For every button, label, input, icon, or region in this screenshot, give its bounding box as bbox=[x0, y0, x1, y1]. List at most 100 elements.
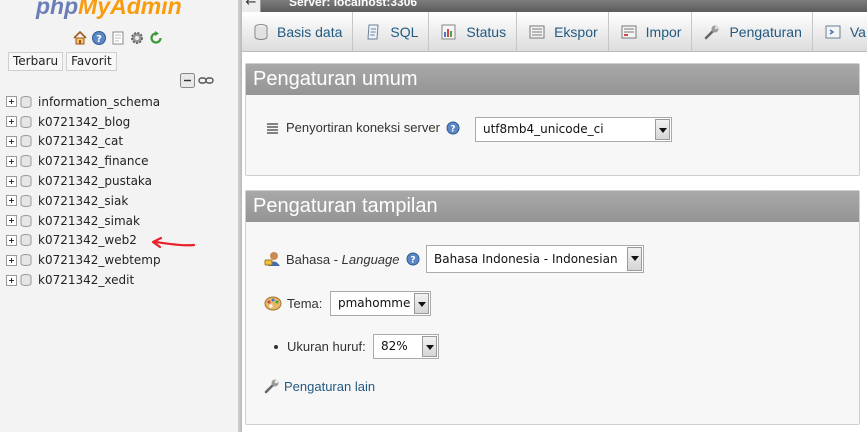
database-icon bbox=[20, 214, 32, 227]
font-size-label: Ukuran huruf: bbox=[287, 339, 366, 354]
db-name[interactable]: k0721342_web2 bbox=[38, 233, 137, 247]
db-tree-item[interactable]: k0721342_finance bbox=[6, 151, 161, 171]
tab-label: Va bbox=[849, 24, 866, 40]
tab-databases[interactable]: Basis data bbox=[242, 12, 354, 51]
db-tree-item[interactable]: k0721342_pustaka bbox=[6, 171, 161, 191]
language-label-italic: Language bbox=[341, 251, 400, 267]
db-tree-item[interactable]: k0721342_xedit bbox=[6, 270, 161, 290]
wrench-icon bbox=[264, 379, 279, 394]
chevron-down-icon[interactable] bbox=[627, 247, 642, 271]
chevron-down-icon[interactable] bbox=[655, 119, 670, 140]
database-icon bbox=[20, 234, 32, 247]
db-name[interactable]: information_schema bbox=[38, 95, 160, 109]
expand-icon[interactable] bbox=[6, 96, 17, 108]
db-tree-item[interactable]: k0721342_siak bbox=[6, 191, 161, 211]
tab-export[interactable]: Ekspor bbox=[517, 12, 609, 51]
language-label: Bahasa - Language bbox=[286, 252, 400, 267]
db-tree-item[interactable]: k0721342_web2 bbox=[6, 231, 161, 251]
svg-text:?: ? bbox=[410, 256, 415, 266]
language-select[interactable]: Bahasa Indonesia - Indonesian bbox=[426, 245, 644, 273]
appearance-settings-panel: Pengaturan tampilan Bahasa - Language ? … bbox=[245, 190, 860, 425]
help-icon[interactable]: ? bbox=[406, 252, 420, 266]
help-icon[interactable]: ? bbox=[446, 121, 460, 135]
bullet-icon bbox=[274, 344, 278, 349]
tab-favorites[interactable]: Favorit bbox=[66, 52, 117, 71]
chevron-down-icon[interactable] bbox=[422, 336, 437, 357]
reload-icon[interactable] bbox=[148, 30, 164, 46]
expand-icon[interactable] bbox=[6, 234, 17, 246]
general-settings-panel: Pengaturan umum Penyortiran koneksi serv… bbox=[245, 63, 860, 176]
tab-settings[interactable]: Pengaturan bbox=[692, 12, 813, 51]
tree-tools bbox=[180, 73, 214, 91]
db-tree-item[interactable]: k0721342_webtemp bbox=[6, 250, 161, 270]
language-value: Bahasa Indonesia - Indonesian bbox=[434, 252, 618, 266]
database-tree: information_schema k0721342_blog k072134… bbox=[6, 92, 161, 290]
expand-icon[interactable] bbox=[6, 175, 17, 187]
phpmyadmin-logo[interactable]: phpMyAdmin bbox=[36, 0, 182, 21]
info-icon[interactable]: ? bbox=[91, 30, 107, 46]
db-name[interactable]: k0721342_blog bbox=[38, 115, 130, 129]
logo-admin: Admin bbox=[110, 0, 182, 19]
nav-resize-handle[interactable] bbox=[238, 0, 242, 432]
export-icon bbox=[529, 25, 545, 39]
expand-icon[interactable] bbox=[6, 135, 17, 147]
annotation-arrow-icon bbox=[151, 236, 196, 249]
tab-recent[interactable]: Terbaru bbox=[8, 52, 64, 71]
home-icon[interactable] bbox=[72, 30, 88, 46]
settings-icon[interactable] bbox=[129, 30, 145, 46]
sql-icon bbox=[367, 24, 379, 40]
database-icon bbox=[20, 175, 32, 188]
tab-variables[interactable]: Va bbox=[813, 12, 867, 51]
db-tree-item[interactable]: k0721342_cat bbox=[6, 132, 161, 152]
tab-sql[interactable]: SQL bbox=[353, 12, 430, 51]
db-name[interactable]: k0721342_webtemp bbox=[38, 253, 161, 267]
more-settings-row[interactable]: Pengaturan lain bbox=[264, 378, 375, 394]
theme-select[interactable]: pmahomme bbox=[330, 291, 431, 316]
db-tree-item[interactable]: information_schema bbox=[6, 92, 161, 112]
expand-icon[interactable] bbox=[6, 155, 17, 167]
tab-status[interactable]: Status bbox=[429, 12, 518, 51]
tab-label: Status bbox=[466, 24, 507, 40]
database-icon bbox=[254, 24, 268, 40]
collapse-all-icon[interactable] bbox=[180, 73, 195, 91]
database-icon bbox=[20, 274, 32, 287]
server-breadcrumb[interactable]: Server: localhost:3306 bbox=[289, 0, 417, 9]
db-tree-item[interactable]: k0721342_simak bbox=[6, 211, 161, 231]
db-name[interactable]: k0721342_cat bbox=[38, 134, 123, 148]
tab-label: Impor bbox=[645, 24, 682, 40]
db-name[interactable]: k0721342_simak bbox=[38, 214, 140, 228]
expand-icon[interactable] bbox=[6, 215, 17, 227]
db-name[interactable]: k0721342_pustaka bbox=[38, 174, 152, 188]
db-name[interactable]: k0721342_siak bbox=[38, 194, 128, 208]
language-label-main: Bahasa - bbox=[286, 251, 342, 267]
panel-title: Pengaturan tampilan bbox=[246, 191, 859, 222]
db-tree-item[interactable]: k0721342_blog bbox=[6, 112, 161, 132]
back-button[interactable]: ← bbox=[242, 0, 261, 12]
variables-icon bbox=[825, 25, 841, 39]
tab-import[interactable]: Impor bbox=[609, 12, 693, 51]
db-name[interactable]: k0721342_finance bbox=[38, 154, 149, 168]
theme-palette-icon bbox=[264, 296, 282, 311]
expand-icon[interactable] bbox=[6, 195, 17, 207]
font-size-select[interactable]: 82% bbox=[373, 334, 439, 359]
language-row: Bahasa - Language ? bbox=[264, 251, 420, 267]
font-size-value: 82% bbox=[381, 339, 408, 353]
chevron-down-icon[interactable] bbox=[414, 293, 429, 314]
more-settings-link[interactable]: Pengaturan lain bbox=[284, 379, 375, 394]
tab-label: Ekspor bbox=[554, 24, 598, 40]
docs-icon[interactable] bbox=[110, 30, 126, 46]
language-icon bbox=[264, 252, 280, 266]
expand-icon[interactable] bbox=[6, 254, 17, 266]
db-name[interactable]: k0721342_xedit bbox=[38, 273, 134, 287]
database-icon bbox=[20, 95, 32, 108]
logo-my: My bbox=[78, 0, 111, 19]
nav-tabs: Terbaru Favorit bbox=[8, 52, 117, 71]
link-with-main-panel-icon[interactable] bbox=[198, 73, 214, 91]
theme-value: pmahomme bbox=[338, 296, 411, 310]
database-icon bbox=[20, 135, 32, 148]
expand-icon[interactable] bbox=[6, 274, 17, 286]
database-icon bbox=[20, 254, 32, 267]
collation-select[interactable]: utf8mb4_unicode_ci bbox=[475, 117, 672, 142]
expand-icon[interactable] bbox=[6, 116, 17, 128]
font-size-row: Ukuran huruf: bbox=[274, 339, 366, 354]
